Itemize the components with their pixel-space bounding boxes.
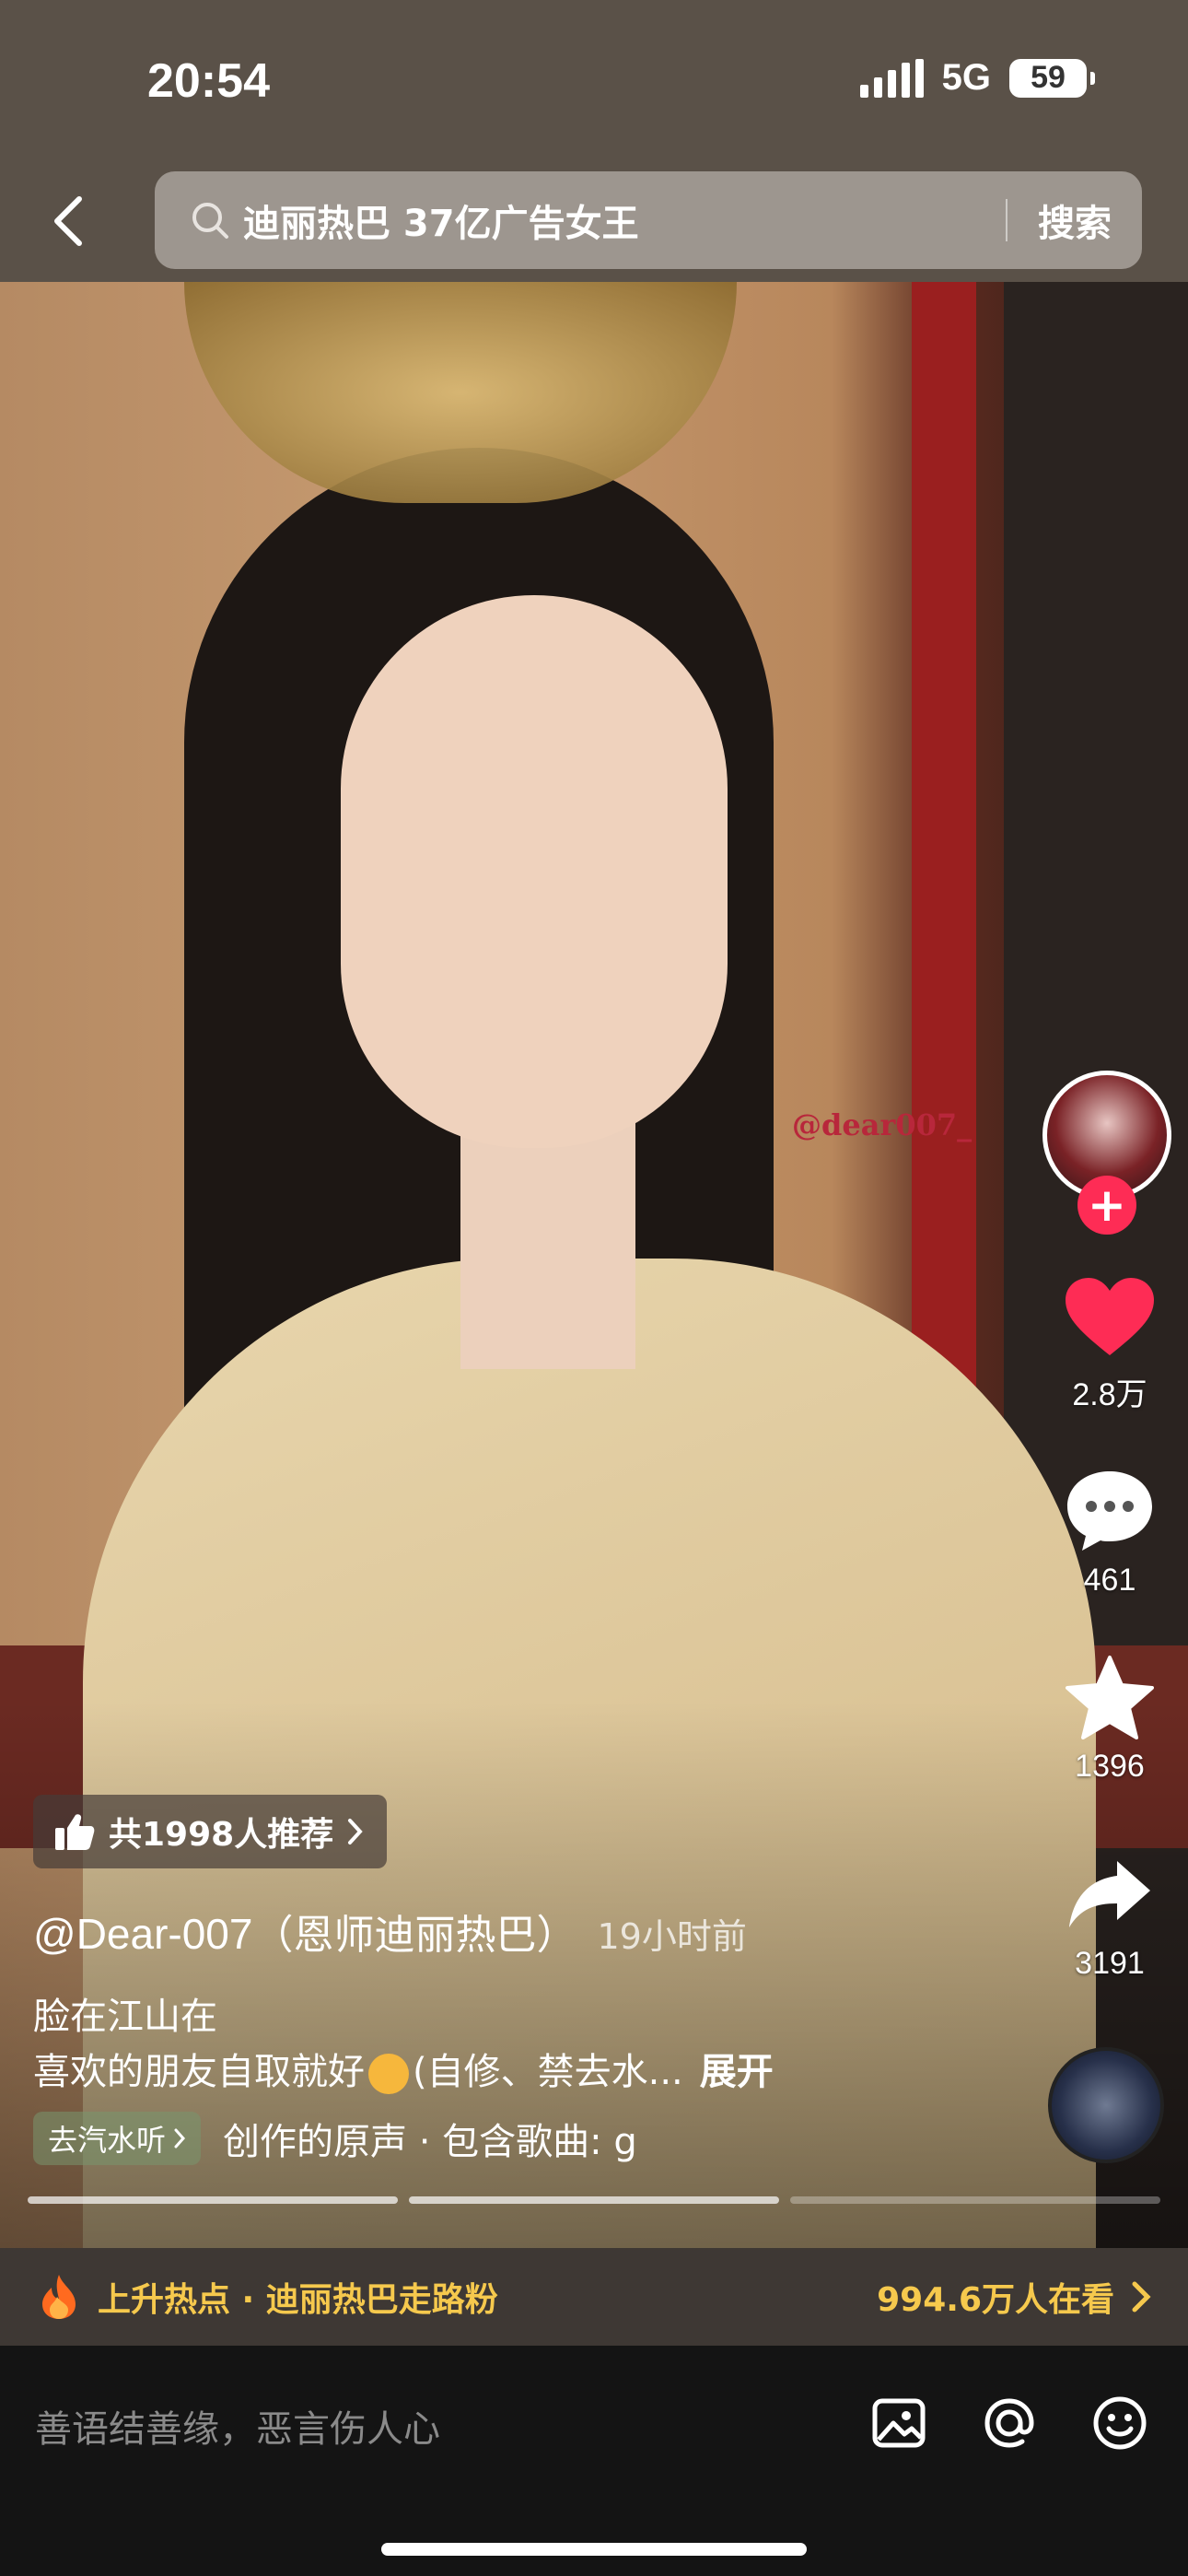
progress-segment <box>790 2196 1160 2204</box>
hot-topic-bar[interactable]: 上升热点 · 迪丽热巴走路粉 994.6万人在看 <box>0 2248 1188 2346</box>
share-arrow-icon[interactable] <box>1059 1848 1160 1940</box>
comment-count: 461 <box>1083 1563 1136 1598</box>
caption-line-1: 脸在江山在 <box>33 1996 217 2038</box>
thumbs-up-icon <box>55 1814 95 1850</box>
heart-icon[interactable] <box>1059 1271 1160 1364</box>
caption-text-continued: (自修、禁去水... <box>413 2051 683 2093</box>
author-line: @Dear-007（恩师迪丽热巴） 19小时前 <box>33 1902 747 1961</box>
music-row: 去汽水听 创作的原声 · 包含歌曲: g <box>33 2112 637 2165</box>
expand-caption-button[interactable]: 展开 <box>700 2051 774 2093</box>
back-button[interactable] <box>41 184 96 258</box>
battery-icon: 59 <box>1009 58 1095 98</box>
top-bar: 20:54 5G 59 迪丽热巴 37亿广告女王 搜索 <box>0 0 1188 282</box>
music-title[interactable]: 创作的原声 · 包含歌曲: g <box>223 2112 637 2165</box>
like-count: 2.8万 <box>1072 1377 1147 1412</box>
status-indicators: 5G 59 <box>859 57 1095 99</box>
music-disc-icon[interactable] <box>1048 2047 1164 2163</box>
chevron-left-icon <box>54 196 82 246</box>
progress-segment <box>409 2196 779 2204</box>
comment-bar: 善语结善缘，恶言伤人心 <box>0 2346 1188 2576</box>
hot-topic-label: 上升热点 · 迪丽热巴走路粉 <box>98 2281 498 2319</box>
post-time: 19小时前 <box>597 1916 747 1957</box>
recommend-count: 共1998人推荐 <box>109 1816 334 1854</box>
comment-icon[interactable] <box>1059 1465 1160 1557</box>
share-action[interactable]: 3191 <box>1031 1848 1188 1982</box>
search-input[interactable]: 迪丽热巴 37亿广告女王 <box>243 193 1006 247</box>
star-icon[interactable] <box>1059 1651 1160 1743</box>
music-tag-label: 去汽水听 <box>48 2123 167 2158</box>
favorite-action[interactable]: 1396 <box>1031 1651 1188 1785</box>
like-action[interactable]: 2.8万 <box>1031 1271 1188 1414</box>
search-button[interactable]: 搜索 <box>1007 193 1142 247</box>
status-time: 20:54 <box>147 54 270 108</box>
caption-text: 喜欢的朋友自取就好 <box>33 2051 365 2093</box>
flame-icon <box>42 2275 76 2319</box>
image-icon[interactable] <box>866 2390 932 2456</box>
figure-headdress <box>184 282 737 503</box>
search-bar[interactable]: 迪丽热巴 37亿广告女王 搜索 <box>155 171 1142 269</box>
chevron-right-icon <box>174 2128 186 2149</box>
chevron-right-icon <box>1132 2281 1151 2313</box>
follow-button[interactable]: + <box>1077 1176 1136 1235</box>
video-progress-segments <box>28 2196 1160 2204</box>
share-count: 3191 <box>1075 1946 1145 1981</box>
smiling-hearts-emoji-icon <box>368 2054 409 2094</box>
comment-action[interactable]: 461 <box>1031 1465 1188 1598</box>
comment-input[interactable]: 善语结善缘，恶言伤人心 <box>35 2399 440 2453</box>
author-note[interactable]: （恩师迪丽热巴） <box>252 1912 577 1959</box>
mention-icon[interactable] <box>976 2390 1042 2456</box>
video-watermark: @dear007_ <box>792 1107 973 1142</box>
hot-topic-viewers: 994.6万人在看 <box>877 2281 1114 2319</box>
progress-segment <box>28 2196 398 2204</box>
author-name-group[interactable]: @Dear-007（恩师迪丽热巴） <box>33 1902 577 1961</box>
battery-level: 59 <box>1031 60 1066 95</box>
signal-icon <box>859 58 924 98</box>
chevron-right-icon <box>348 1819 363 1844</box>
home-indicator[interactable] <box>381 2543 807 2556</box>
emoji-icon[interactable] <box>1087 2390 1153 2456</box>
favorite-count: 1396 <box>1075 1749 1145 1784</box>
caption-line-2: 喜欢的朋友自取就好 (自修、禁去水... 展开 <box>33 2042 774 2095</box>
recommend-pill[interactable]: 共1998人推荐 <box>33 1795 388 1868</box>
figure-face <box>341 595 728 1148</box>
network-type: 5G <box>941 57 991 98</box>
music-app-tag[interactable]: 去汽水听 <box>33 2112 202 2165</box>
author-name[interactable]: @Dear-007 <box>33 1910 252 1958</box>
search-icon <box>192 203 228 239</box>
